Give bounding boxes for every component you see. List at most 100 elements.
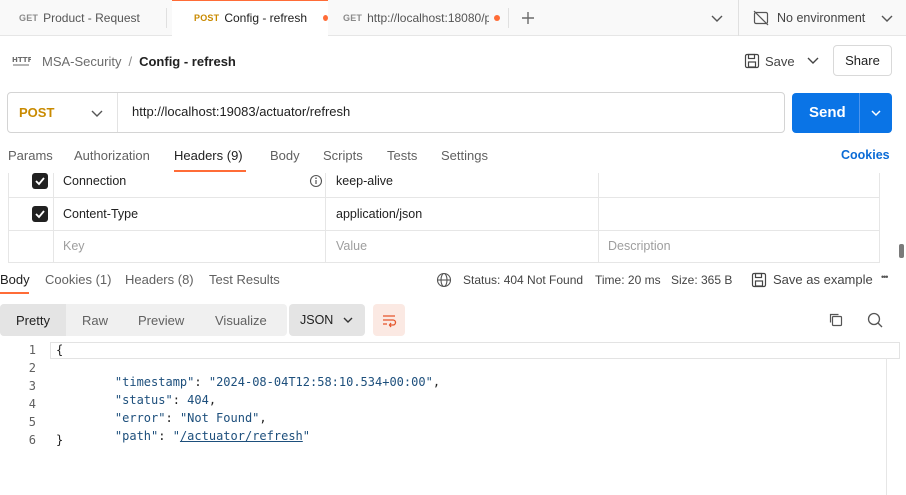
tab-divider <box>166 8 167 28</box>
info-icon[interactable] <box>309 174 323 188</box>
new-tab-icon[interactable] <box>519 9 537 27</box>
header-enabled-checkbox[interactable] <box>32 206 48 222</box>
url-bar: POST http://localhost:19083/actuator/ref… <box>7 92 785 133</box>
no-environment-icon <box>752 9 770 27</box>
response-tab-headers[interactable]: Headers (8) <box>125 272 194 287</box>
cookies-link[interactable]: Cookies <box>841 148 890 166</box>
tab-label: Config - refresh <box>224 11 308 25</box>
json-value-quote: " <box>302 429 311 443</box>
tab-config-refresh[interactable]: POST Config - refresh <box>172 0 328 36</box>
globe-icon[interactable] <box>436 272 452 288</box>
tab-bar: GET Product - Request POST Config - refr… <box>0 0 906 36</box>
code-line: "path": "/actuator/refresh" <box>86 415 310 457</box>
view-mode-bar: Pretty Raw Preview Visualize <box>0 304 287 336</box>
breadcrumb-separator: / <box>128 53 133 69</box>
close-brace: } <box>56 433 64 447</box>
table-scrollbar[interactable] <box>899 244 904 258</box>
environment-label: No environment <box>777 11 866 25</box>
format-label: JSON <box>300 313 334 327</box>
tab-method: GET <box>343 13 363 23</box>
line-number: 1 <box>28 343 36 357</box>
value-placeholder[interactable]: Value <box>336 239 367 253</box>
search-icon[interactable] <box>866 311 884 329</box>
breadcrumb-collection[interactable]: MSA-Security <box>42 54 121 69</box>
header-value[interactable]: application/json <box>336 207 422 221</box>
view-visualize-label: Visualize <box>215 312 267 328</box>
line-number: 3 <box>28 379 36 393</box>
editor-scrollbar[interactable] <box>886 358 887 495</box>
save-as-example-button[interactable]: Save as example <box>773 272 873 287</box>
tab-tests[interactable]: Tests <box>387 148 417 166</box>
tab-settings[interactable]: Settings <box>441 148 488 166</box>
open-brace: { <box>56 343 64 357</box>
json-key: "path" <box>114 429 159 443</box>
view-pretty-label: Pretty <box>16 312 50 328</box>
tab-method: GET <box>19 13 39 23</box>
json-value: "2024-08-04T12:58:10.534+00:00" <box>208 375 433 389</box>
view-raw[interactable]: Raw <box>82 304 108 336</box>
status-text[interactable]: Status: 404 Not Found <box>463 273 583 287</box>
view-visualize[interactable]: Visualize <box>215 304 267 336</box>
header-key[interactable]: Content-Type <box>63 207 138 221</box>
tab-params[interactable]: Params <box>8 148 53 166</box>
active-line-highlight <box>50 342 900 359</box>
response-tab-cookies[interactable]: Cookies (1) <box>45 272 111 287</box>
active-tab-underline <box>0 292 29 294</box>
chevron-down-icon <box>88 104 106 122</box>
tab-localhost[interactable]: GET http://localhost:18080/p <box>330 0 510 36</box>
active-tab-underline <box>174 170 246 172</box>
line-number: 5 <box>28 415 36 429</box>
json-value-link[interactable]: /actuator/refresh <box>180 429 303 443</box>
unsaved-dot-icon <box>323 15 328 21</box>
format-select[interactable]: JSON <box>289 304 365 336</box>
tab-product-request[interactable]: GET Product - Request <box>0 0 165 36</box>
tab-label: Product - Request <box>43 11 140 25</box>
header-enabled-checkbox[interactable] <box>32 173 48 189</box>
page-title: Config - refresh <box>139 53 236 69</box>
view-raw-label: Raw <box>82 312 109 328</box>
tab-authorization[interactable]: Authorization <box>74 148 150 166</box>
tab-body[interactable]: Body <box>270 148 300 166</box>
wrap-lines-icon[interactable] <box>373 304 405 336</box>
save-button[interactable]: Save <box>744 50 796 72</box>
response-tab-test-results[interactable]: Test Results <box>209 272 280 287</box>
copy-icon[interactable] <box>827 311 845 329</box>
line-number: 4 <box>28 397 36 411</box>
share-button[interactable]: Share <box>833 45 892 76</box>
header-key[interactable]: Connection <box>63 174 126 188</box>
response-tab-body[interactable]: Body <box>0 272 30 287</box>
size-text[interactable]: Size: 365 B <box>671 273 732 287</box>
tabs-dropdown-icon[interactable] <box>708 9 726 27</box>
view-pretty[interactable]: Pretty <box>0 304 66 336</box>
env-divider <box>738 0 739 36</box>
method-label: POST <box>19 105 55 120</box>
code-editor[interactable]: 1 2 3 4 5 6 { "timestamp": "2024-08-04T1… <box>0 340 906 495</box>
url-input[interactable]: http://localhost:19083/actuator/refresh <box>132 104 350 119</box>
send-options-icon[interactable] <box>867 104 885 122</box>
method-select[interactable]: POST <box>8 93 118 132</box>
http-icon: HTTP <box>11 53 33 69</box>
send-divider <box>859 93 860 133</box>
more-options-icon[interactable]: ••• <box>881 272 889 282</box>
unsaved-dot-icon <box>494 15 501 21</box>
key-placeholder[interactable]: Key <box>63 239 85 253</box>
share-label: Share <box>845 53 880 68</box>
send-button[interactable]: Send <box>792 93 892 133</box>
line-number: 2 <box>28 361 36 375</box>
environment-selector[interactable]: No environment <box>752 0 902 36</box>
response-header: Body Cookies (1) Headers (8) Test Result… <box>0 264 906 296</box>
http-badge-text: HTTP <box>12 56 31 64</box>
tab-label: http://localhost:18080/p <box>367 11 490 25</box>
save-example-icon <box>751 272 767 288</box>
chevron-down-icon <box>878 9 896 27</box>
save-label: Save <box>765 53 795 69</box>
header-value[interactable]: keep-alive <box>336 174 393 188</box>
time-text[interactable]: Time: 20 ms <box>595 273 661 287</box>
view-preview[interactable]: Preview <box>138 304 184 336</box>
tab-scripts[interactable]: Scripts <box>323 148 363 166</box>
tab-divider <box>508 8 509 28</box>
send-label: Send <box>809 104 846 121</box>
description-placeholder[interactable]: Description <box>608 239 671 253</box>
tab-headers[interactable]: Headers (9) <box>174 148 243 166</box>
save-options-icon[interactable] <box>804 51 822 69</box>
